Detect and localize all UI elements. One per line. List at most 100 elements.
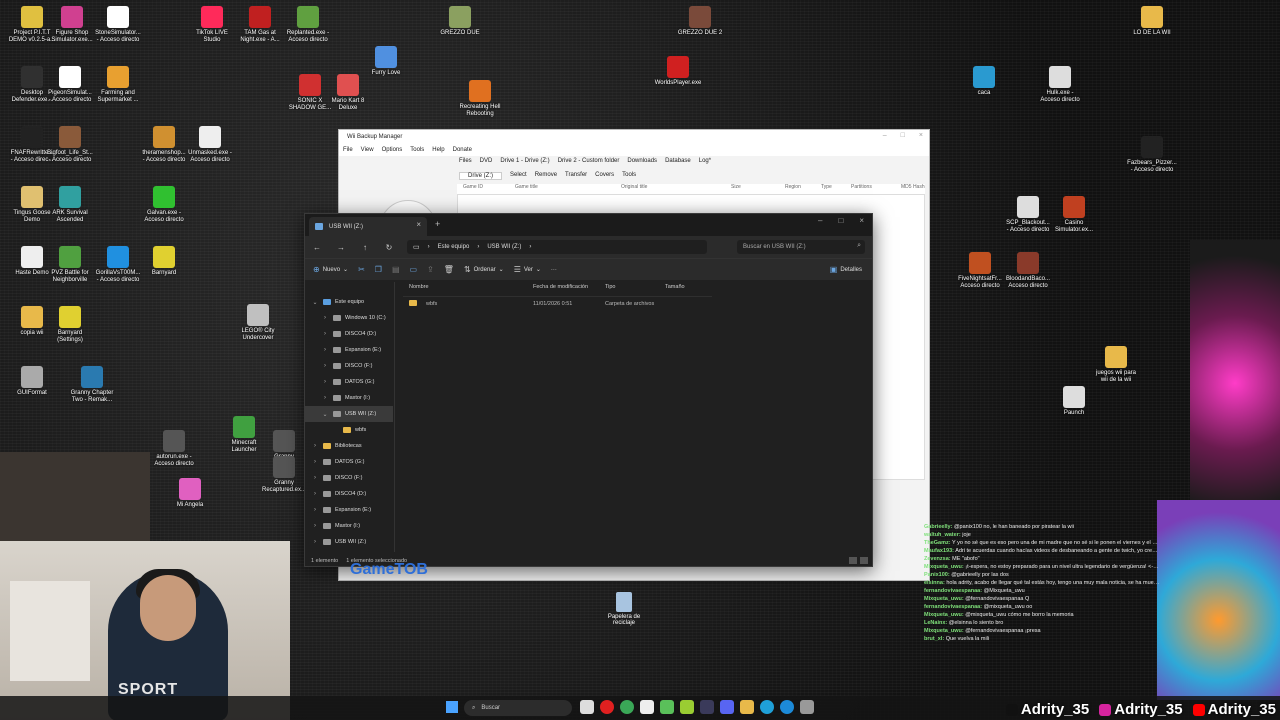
- nav-item[interactable]: › Windows 10 (C:): [305, 310, 393, 326]
- forward-icon[interactable]: →: [329, 243, 353, 252]
- nav-item[interactable]: ⌄ USB WII (Z:): [305, 406, 393, 422]
- desktop-icon[interactable]: Granny Chapter Two - Remak...: [60, 366, 124, 404]
- discord-icon[interactable]: [720, 700, 734, 714]
- copy-button[interactable]: ❐: [375, 265, 382, 274]
- details-button[interactable]: ▣ Detalles: [830, 265, 862, 274]
- desktop-icon[interactable]: Paunch: [1042, 386, 1106, 417]
- minimize-icon[interactable]: –: [883, 132, 887, 139]
- desktop-icon[interactable]: Galvan.exe - Acceso directo: [132, 186, 196, 224]
- taskbar-search[interactable]: ⌕ Buscar: [464, 700, 572, 716]
- maximize-icon[interactable]: □: [838, 216, 843, 225]
- desktop-icon[interactable]: caca: [952, 66, 1016, 97]
- app-extra-icon[interactable]: [800, 700, 814, 714]
- nav-item[interactable]: › Maxtor (I:): [305, 390, 393, 406]
- desktop-icon[interactable]: LO DE LA WII: [1120, 6, 1184, 37]
- desktop-icon[interactable]: Replanted.exe - Acceso directo: [276, 6, 340, 44]
- desktop-icon[interactable]: Furry Love: [354, 46, 418, 77]
- wbm-column-header[interactable]: Type: [815, 184, 845, 194]
- opera-icon[interactable]: [600, 700, 614, 714]
- chevron-right-icon[interactable]: ›: [321, 379, 329, 385]
- wbm-tool-button[interactable]: Tools: [622, 172, 636, 180]
- desktop-icon[interactable]: GREZZO DUE: [428, 6, 492, 37]
- desktop-icon[interactable]: Barnyard: [132, 246, 196, 277]
- new-tab-button[interactable]: +: [435, 219, 440, 229]
- menu-item[interactable]: File: [343, 147, 353, 153]
- edge-icon[interactable]: [760, 700, 774, 714]
- windows-start-icon[interactable]: [446, 701, 458, 713]
- wbm-tool-button[interactable]: Remove: [535, 172, 557, 180]
- app-circle-icon[interactable]: [780, 700, 794, 714]
- desktop-icon[interactable]: Bigfoot_Life_St... - Acceso directo: [38, 126, 102, 164]
- wbm-tab[interactable]: Database: [665, 158, 691, 164]
- chevron-right-icon[interactable]: ›: [311, 539, 319, 545]
- menu-item[interactable]: Tools: [410, 147, 424, 153]
- chrome-icon[interactable]: [620, 700, 634, 714]
- refresh-icon[interactable]: ↻: [377, 243, 401, 252]
- wbm-tab[interactable]: Drive 1 - Drive (Z:): [500, 158, 549, 164]
- desktop-icon[interactable]: GUIFormat: [0, 366, 64, 397]
- close-icon[interactable]: ×: [919, 132, 923, 139]
- back-icon[interactable]: ←: [305, 243, 329, 252]
- menu-item[interactable]: Help: [432, 147, 444, 153]
- wbm-tool-button[interactable]: Transfer: [565, 172, 587, 180]
- nav-item[interactable]: wbfs: [305, 422, 393, 438]
- wbm-column-header[interactable]: Game ID: [457, 184, 509, 194]
- wbm-column-header[interactable]: Partitions: [845, 184, 895, 194]
- desktop-icon[interactable]: GREZZO DUE 2: [668, 6, 732, 37]
- wbm-tool-button[interactable]: Select: [510, 172, 527, 180]
- chevron-right-icon[interactable]: ›: [321, 331, 329, 337]
- breadcrumb[interactable]: ▭ › Este equipo › USB WII (Z:) ›: [407, 240, 707, 254]
- nav-item[interactable]: › DISCO (F:): [305, 358, 393, 374]
- minimize-icon[interactable]: –: [818, 216, 822, 225]
- wbm-tabs[interactable]: Files DVD Drive 1 - Drive (Z:) Drive 2 - Cu…: [459, 158, 711, 164]
- desktop-icon[interactable]: autorun.exe - Acceso directo: [142, 430, 206, 468]
- file-icon[interactable]: [640, 700, 654, 714]
- desktop-icon[interactable]: Mario Kart 8 Deluxe: [316, 74, 380, 112]
- desktop-icon[interactable]: Fazbears_Pizzer... - Acceso directo: [1120, 136, 1184, 174]
- column-header[interactable]: Tipo: [599, 284, 659, 296]
- nav-item[interactable]: › DATOS (G:): [305, 454, 393, 470]
- app-green-icon[interactable]: [660, 700, 674, 714]
- chevron-down-icon[interactable]: ⌄: [311, 299, 319, 306]
- chevron-down-icon[interactable]: ⌄: [321, 411, 329, 418]
- column-header[interactable]: Nombre: [403, 284, 527, 296]
- wbm-tab[interactable]: Log*: [699, 158, 711, 164]
- wbm-tab[interactable]: DVD: [480, 158, 493, 164]
- desktop-icon[interactable]: Casino Simulator.ex...: [1042, 196, 1106, 234]
- file-explorer-window[interactable]: USB WII (Z:) × + – □ × ← → ↑ ↻ ▭ › Este …: [304, 213, 873, 567]
- tiles-view-icon[interactable]: [860, 557, 868, 564]
- explorer-window-controls[interactable]: – □ ×: [818, 216, 864, 225]
- desktop-icon[interactable]: Hulk.exe - Acceso directo: [1028, 66, 1092, 104]
- desktop-icon[interactable]: ARK Survival Ascended: [38, 186, 102, 224]
- more-button[interactable]: ···: [551, 267, 557, 273]
- file-row[interactable]: wbfs 11/01/2026 0:51 Carpeta de archivos: [403, 298, 712, 309]
- column-header[interactable]: Fecha de modificación: [527, 284, 599, 296]
- desktop-icon[interactable]: Unmasked.exe - Acceso directo: [178, 126, 242, 164]
- wbm-toolbar[interactable]: Drive (Z:) Select Remove Transfer Covers Too…: [459, 172, 636, 180]
- wbm-tool-button[interactable]: Covers: [595, 172, 614, 180]
- new-button[interactable]: ⊕ Nuevo ⌄: [313, 265, 348, 274]
- wbm-tab[interactable]: Downloads: [627, 158, 657, 164]
- nav-item[interactable]: › DISCO4 (D:): [305, 326, 393, 342]
- desktop-icon[interactable]: Farming and Supermarket ...: [86, 66, 150, 104]
- nav-item[interactable]: › DATOS (G:): [305, 374, 393, 390]
- wbm-column-header[interactable]: Game title: [509, 184, 615, 194]
- file-explorer-icon[interactable]: [740, 700, 754, 714]
- nav-item[interactable]: › Expansion (E:): [305, 342, 393, 358]
- breadcrumb-usb-wii[interactable]: USB WII (Z:): [487, 244, 521, 250]
- up-icon[interactable]: ↑: [353, 243, 377, 252]
- chevron-right-icon[interactable]: ›: [311, 507, 319, 513]
- sort-button[interactable]: ⇅ Ordenar ⌄: [464, 265, 504, 274]
- desktop-icon[interactable]: WorldsPlayer.exe: [646, 56, 710, 87]
- navigation-pane[interactable]: ⌄ Este equipo › Windows 10 (C:) › DISCO4 (D:)…: [305, 294, 393, 552]
- recycle-bin[interactable]: Papelera de reciclaje: [596, 592, 652, 626]
- nav-item[interactable]: › DISCO4 (D:): [305, 486, 393, 502]
- explorer-tab[interactable]: USB WII (Z:) ×: [309, 217, 427, 236]
- close-icon[interactable]: ×: [859, 216, 864, 225]
- wbm-titlebar[interactable]: Wii Backup Manager: [339, 130, 929, 144]
- taskbar-apps[interactable]: [580, 700, 814, 714]
- desktop-icon[interactable]: Barnyard (Settings): [38, 306, 102, 344]
- wbm-column-header[interactable]: Size: [725, 184, 779, 194]
- task-view-icon[interactable]: [580, 700, 594, 714]
- breadcrumb-este-equipo[interactable]: Este equipo: [438, 244, 470, 250]
